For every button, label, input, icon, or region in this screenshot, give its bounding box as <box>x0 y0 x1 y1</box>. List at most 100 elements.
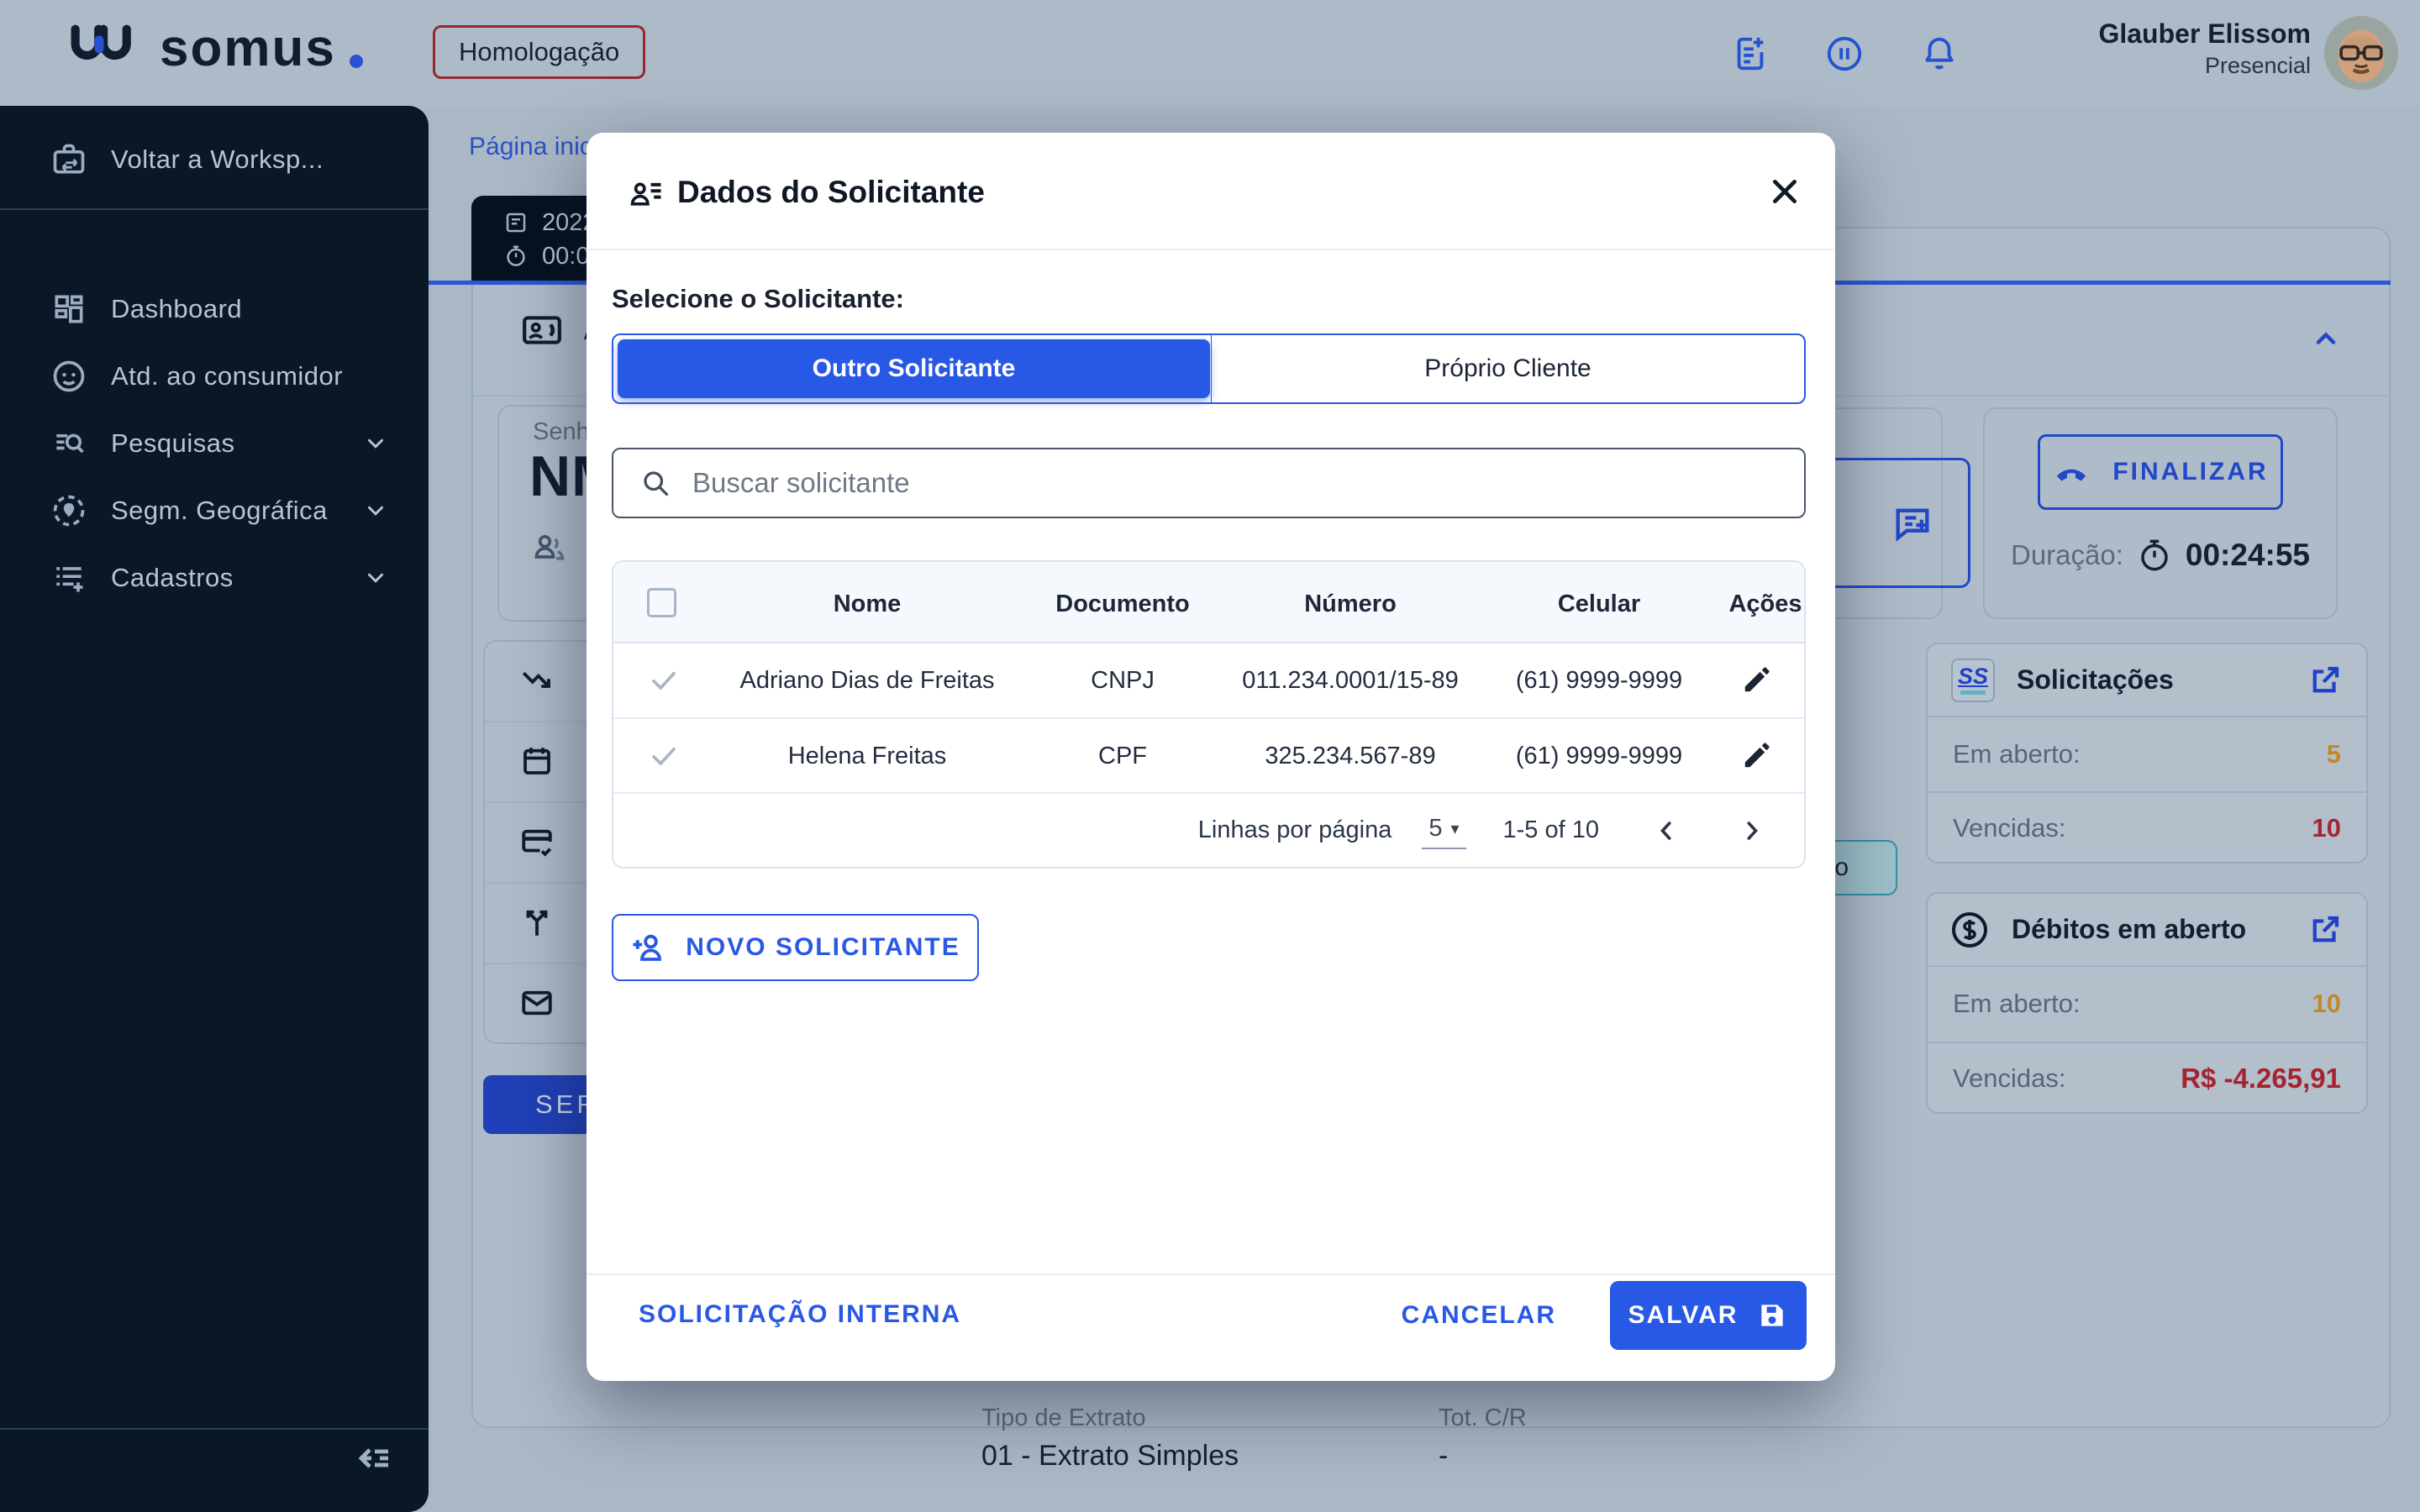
novo-solicitante-button[interactable]: NOVO SOLICITANTE <box>612 914 979 981</box>
sidebar-item-segm-geografica[interactable]: Segm. Geográfica <box>0 477 429 544</box>
row-label: Vencidas: <box>1953 813 2065 843</box>
status-chip-text: o <box>1834 853 1849 882</box>
column-header-numero: Número <box>1304 591 1397 618</box>
user-name: Glauber Elissom <box>2098 15 2311 53</box>
topbar: somus Homologação Glauber Elissom Presen… <box>0 0 2420 106</box>
briefcase-swap-icon <box>50 141 87 178</box>
user-block[interactable]: Glauber Elissom Presencial <box>2098 15 2311 79</box>
debitos-em-aberto-row: Em aberto: 10 <box>1928 967 2366 1041</box>
document-icon <box>503 210 529 235</box>
toggle-proprio-cliente[interactable]: Próprio Cliente <box>1211 335 1804 402</box>
toggle-label: Outro Solicitante <box>813 354 1016 383</box>
cancelar-button[interactable]: CANCELAR <box>1402 1301 1556 1330</box>
collapse-sidebar-icon[interactable] <box>353 1438 393 1478</box>
sidebar: Voltar a Worksp... Dashboard Atd. ao con… <box>0 106 429 1512</box>
brand-dot <box>350 55 363 68</box>
dollar-circle-icon <box>1949 910 1990 950</box>
table-row[interactable]: Adriano Dias de Freitas CNPJ 011.234.000… <box>613 643 1804 717</box>
row-label: Vencidas: <box>1953 1063 2065 1094</box>
split-route-icon <box>519 905 555 940</box>
chevron-left-icon[interactable] <box>1651 816 1681 846</box>
ss-logo-icon: SS <box>1951 659 1995 702</box>
rows-per-page-label: Linhas por página <box>1198 816 1392 844</box>
avatar[interactable] <box>2324 16 2398 90</box>
brand-text: somus <box>160 18 336 78</box>
person-add-icon <box>630 930 666 965</box>
cell-numero: 011.234.0001/15-89 <box>1242 667 1458 695</box>
solicitacoes-panel-header: SS Solicitações <box>1928 644 2366 717</box>
solicitacoes-panel-title: Solicitações <box>2017 664 2174 696</box>
duration-label: Duração: <box>2011 539 2123 571</box>
cell-documento: CNPJ <box>1091 667 1155 695</box>
solicitante-toggle-group: Outro Solicitante Próprio Cliente <box>612 333 1806 404</box>
list-add-icon <box>50 559 87 596</box>
search-list-icon <box>50 425 87 462</box>
sidebar-item-cadastros[interactable]: Cadastros <box>0 544 429 612</box>
user-mode: Presencial <box>2098 53 2311 79</box>
salvar-label: SALVAR <box>1628 1301 1739 1330</box>
column-header-nome: Nome <box>834 591 902 618</box>
search-solicitante-input[interactable]: Buscar solicitante <box>612 448 1806 518</box>
toggle-outro-solicitante[interactable]: Outro Solicitante <box>618 339 1210 398</box>
solicitacao-interna-button[interactable]: SOLICITAÇÃO INTERNA <box>639 1300 961 1329</box>
card-check-icon <box>519 824 555 859</box>
environment-badge-label: Homologação <box>459 37 619 67</box>
open-in-new-icon[interactable] <box>2307 663 2343 698</box>
salvar-button[interactable]: SALVAR <box>1610 1281 1807 1350</box>
debitos-panel: Débitos em aberto Em aberto: 10 Vencidas… <box>1926 892 2368 1114</box>
finalizar-button[interactable]: FINALIZAR <box>2038 434 2283 510</box>
toggle-label: Próprio Cliente <box>1424 354 1591 383</box>
cell-nome: Helena Freitas <box>788 743 947 770</box>
row-value: 10 <box>2312 813 2341 843</box>
close-icon <box>1768 175 1802 208</box>
sidebar-item-label: Atd. ao consumidor <box>111 361 343 391</box>
row-value: 10 <box>2312 989 2341 1019</box>
caret-down-icon: ▾ <box>1450 818 1459 839</box>
modal-title: Dados do Solicitante <box>677 175 985 210</box>
edit-pencil-icon[interactable] <box>1741 664 1773 696</box>
pause-circle-icon[interactable] <box>1825 34 1864 73</box>
sidebar-item-atd-consumidor[interactable]: Atd. ao consumidor <box>0 343 429 410</box>
table-row[interactable]: Helena Freitas CPF 325.234.567-89 (61) 9… <box>613 719 1804 793</box>
chevron-down-icon <box>363 565 388 591</box>
chevron-up-icon[interactable] <box>2311 323 2341 354</box>
cell-numero: 325.234.567-89 <box>1265 743 1435 770</box>
open-in-new-icon[interactable] <box>2307 912 2343 948</box>
select-all-checkbox[interactable] <box>647 588 676 617</box>
calendar-icon <box>519 743 555 779</box>
sidebar-item-label: Cadastros <box>111 563 234 593</box>
row-label: Em aberto: <box>1953 989 2081 1019</box>
chat-add-icon <box>1891 501 1934 545</box>
note-add-icon[interactable] <box>1731 34 1770 73</box>
mail-icon <box>519 985 555 1021</box>
notifications-bell-icon[interactable] <box>1920 34 1959 73</box>
cell-celular: (61) 9999-9999 <box>1516 667 1682 695</box>
cell-documento: CPF <box>1098 743 1147 770</box>
contact-phone-icon <box>521 309 563 351</box>
people-group-icon <box>531 529 568 566</box>
solicitantes-table: Nome Documento Número Celular Ações Adri… <box>612 560 1806 869</box>
chevron-right-icon[interactable] <box>1737 816 1767 846</box>
pagination-bar: Linhas por página 5 ▾ 1-5 of 10 <box>613 792 1804 869</box>
sidebar-item-label: Pesquisas <box>111 428 235 459</box>
select-solicitante-label: Selecione o Solicitante: <box>612 284 904 314</box>
sidebar-item-label: Segm. Geográfica <box>111 496 328 526</box>
finalizar-button-label: FINALIZAR <box>2112 458 2268 486</box>
call-end-icon <box>2052 453 2091 491</box>
sidebar-item-pesquisas[interactable]: Pesquisas <box>0 410 429 477</box>
edit-pencil-icon[interactable] <box>1741 739 1773 771</box>
sidebar-item-label: Voltar a Worksp... <box>111 144 324 175</box>
rows-per-page-select[interactable]: 5 ▾ <box>1422 811 1465 849</box>
pagination-range: 1-5 of 10 <box>1503 816 1599 844</box>
solicitacoes-panel: SS Solicitações Em aberto: 5 Vencidas: 1… <box>1926 643 2368 864</box>
rows-per-page-value: 5 <box>1428 815 1442 843</box>
check-icon[interactable] <box>649 741 679 771</box>
breadcrumb[interactable]: Página inic <box>469 133 592 161</box>
close-button[interactable] <box>1763 170 1807 213</box>
solicitacoes-em-aberto-row: Em aberto: 5 <box>1928 717 2366 791</box>
sidebar-item-back-workspace[interactable]: Voltar a Worksp... <box>0 126 429 193</box>
check-icon[interactable] <box>649 665 679 696</box>
sidebar-item-dashboard[interactable]: Dashboard <box>0 276 429 343</box>
cell-celular: (61) 9999-9999 <box>1516 743 1682 770</box>
cell-nome: Adriano Dias de Freitas <box>739 667 994 695</box>
